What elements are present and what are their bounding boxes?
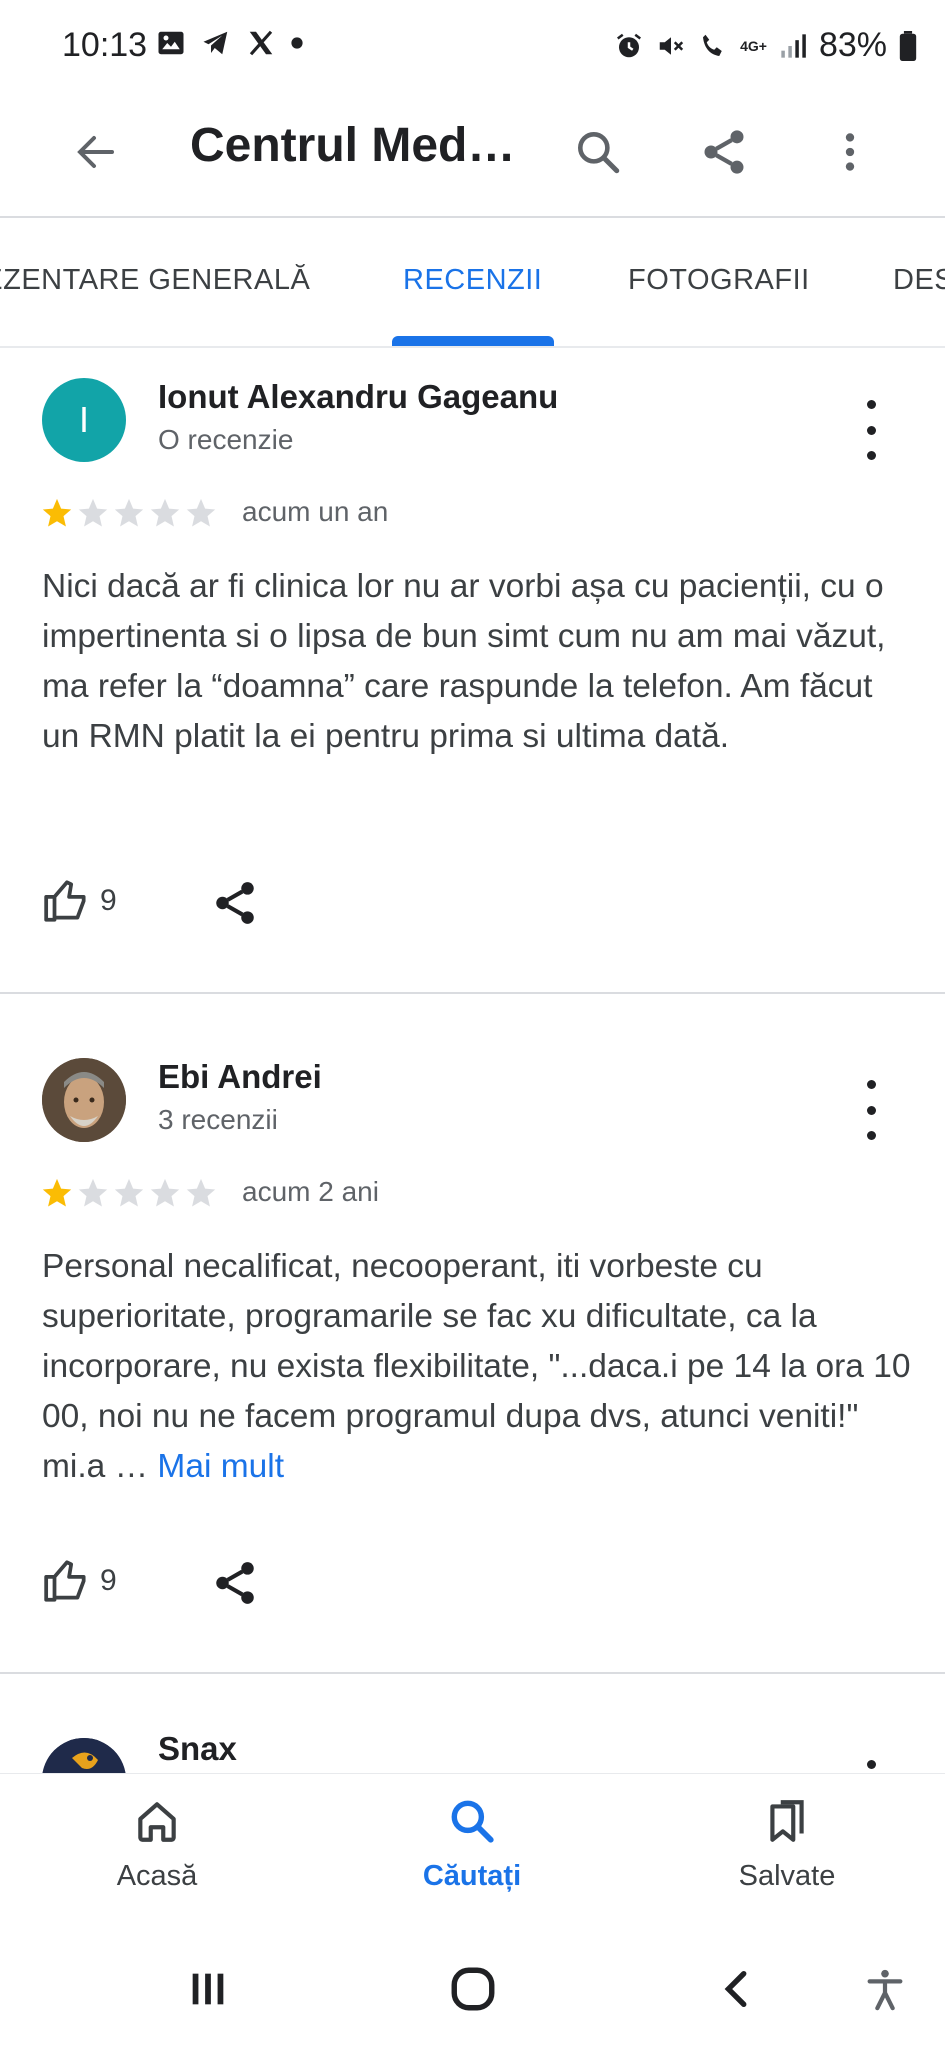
- review-share-button[interactable]: [210, 1558, 260, 1608]
- review-divider: [0, 1672, 945, 1674]
- star-rating: [40, 1176, 218, 1210]
- share-icon: [216, 882, 254, 924]
- like-button[interactable]: 9: [42, 1556, 117, 1606]
- avatar[interactable]: [42, 1738, 126, 1773]
- notification-icons: [156, 28, 304, 58]
- thumb-up-icon: [44, 1560, 86, 1602]
- home-icon: [138, 1802, 176, 1842]
- avatar[interactable]: I: [42, 378, 126, 462]
- nav-saved[interactable]: Salvate: [687, 1796, 887, 1893]
- bottom-navigation: Acasă Căutați Salvate: [0, 1773, 945, 1923]
- share-icon: [216, 1562, 254, 1604]
- battery-icon: [899, 30, 917, 61]
- review-author-count: 3 recenzii: [158, 1104, 278, 1135]
- recent-apps-button[interactable]: [178, 1959, 238, 2019]
- dot-icon: [291, 37, 303, 49]
- search-icon: [451, 1800, 494, 1843]
- search-button[interactable]: [566, 120, 630, 184]
- more-vert-icon: [845, 133, 855, 171]
- star-filled-icon: [42, 498, 72, 527]
- nav-home-label: Acasă: [116, 1860, 198, 1892]
- battery-percent: 83%: [818, 26, 887, 64]
- status-time: 10:13: [62, 26, 148, 64]
- like-button[interactable]: 9: [42, 876, 117, 926]
- star-empty-icon: [186, 1178, 216, 1207]
- tab-overview[interactable]: PREZENTARE GENERALĂ: [0, 264, 310, 297]
- star-empty-icon: [78, 1178, 108, 1207]
- review-author[interactable]: Snax: [158, 1730, 237, 1768]
- star-rating: [40, 496, 218, 530]
- bookmarks-icon: [770, 1800, 804, 1842]
- nav-home[interactable]: Acasă: [57, 1796, 257, 1893]
- review-more-button[interactable]: [856, 400, 886, 460]
- x-icon: [249, 30, 273, 56]
- arrow-back-icon: [77, 136, 114, 168]
- review-more-button[interactable]: [856, 1760, 886, 1773]
- avatar-photo: [42, 1738, 126, 1773]
- tab-reviews[interactable]: RECENZII: [403, 264, 542, 297]
- star-empty-icon: [150, 1178, 180, 1207]
- accessibility-icon: [867, 1969, 903, 2011]
- nav-search-label: Căutați: [422, 1860, 522, 1892]
- star-empty-icon: [186, 498, 216, 527]
- tab-about[interactable]: DESPRE: [893, 264, 945, 297]
- signal-icon: [781, 33, 806, 58]
- system-navigation-bar: [0, 1923, 945, 2048]
- reviews-list[interactable]: I Ionut Alexandru Gageanu O recenzie acu…: [0, 348, 945, 1773]
- system-status-icons: 4G+ 83%: [614, 26, 917, 65]
- home-system-button[interactable]: [443, 1959, 503, 2019]
- share-place-button[interactable]: [692, 120, 756, 184]
- review-share-button[interactable]: [210, 878, 260, 928]
- review-more-button[interactable]: [856, 1080, 886, 1140]
- wifi-call-icon: [703, 34, 722, 56]
- accessibility-button[interactable]: [855, 1959, 915, 2019]
- review-age: acum un an: [242, 496, 389, 527]
- avatar-photo: [42, 1058, 126, 1142]
- nav-search[interactable]: Căutați: [372, 1796, 572, 1893]
- star-empty-icon: [114, 498, 144, 527]
- tab-bar: PREZENTARE GENERALĂ RECENZII FOTOGRAFII …: [0, 220, 945, 348]
- system-back-button[interactable]: [708, 1959, 768, 2019]
- thumb-up-icon: [44, 880, 86, 922]
- share-icon: [704, 130, 744, 174]
- active-tab-indicator: [392, 336, 554, 346]
- app-bar: Centrul Med…: [0, 90, 945, 218]
- review-text: Nici dacă ar fi clinica lor nu ar vorbi …: [42, 562, 912, 762]
- review-age: acum 2 ani: [242, 1176, 379, 1207]
- review-author-count: O recenzie: [158, 424, 294, 455]
- like-count: 9: [100, 884, 117, 917]
- network-type: 4G+: [740, 37, 767, 54]
- status-bar: 10:13 4G+ 83%: [0, 0, 945, 90]
- home-circle-icon: [451, 1967, 495, 2011]
- nav-saved-label: Salvate: [738, 1860, 836, 1892]
- mute-icon: [659, 36, 684, 55]
- review-author[interactable]: Ionut Alexandru Gageanu: [158, 378, 558, 416]
- back-button[interactable]: [64, 120, 128, 184]
- gallery-icon: [158, 31, 184, 55]
- star-empty-icon: [114, 1178, 144, 1207]
- review-divider: [0, 992, 945, 994]
- read-more-link[interactable]: Mai mult: [157, 1448, 284, 1485]
- overflow-menu-button[interactable]: [818, 120, 882, 184]
- chevron-left-icon: [724, 1970, 747, 2008]
- page-title: Centrul Med…: [190, 119, 516, 172]
- review-text-body: Nici dacă ar fi clinica lor nu ar vorbi …: [42, 568, 886, 755]
- avatar[interactable]: [42, 1058, 126, 1142]
- star-empty-icon: [78, 498, 108, 527]
- star-filled-icon: [42, 1178, 72, 1207]
- recent-apps-icon: [192, 1973, 224, 2005]
- alarm-icon: [617, 33, 642, 57]
- telegram-icon: [203, 31, 228, 55]
- search-icon: [578, 132, 620, 174]
- tab-photos[interactable]: FOTOGRAFII: [628, 264, 810, 297]
- review-text: Personal necalificat, necooperant, iti v…: [42, 1242, 912, 1492]
- like-count: 9: [100, 1564, 117, 1597]
- avatar-letter: I: [78, 399, 89, 440]
- review-author[interactable]: Ebi Andrei: [158, 1058, 322, 1096]
- star-empty-icon: [150, 498, 180, 527]
